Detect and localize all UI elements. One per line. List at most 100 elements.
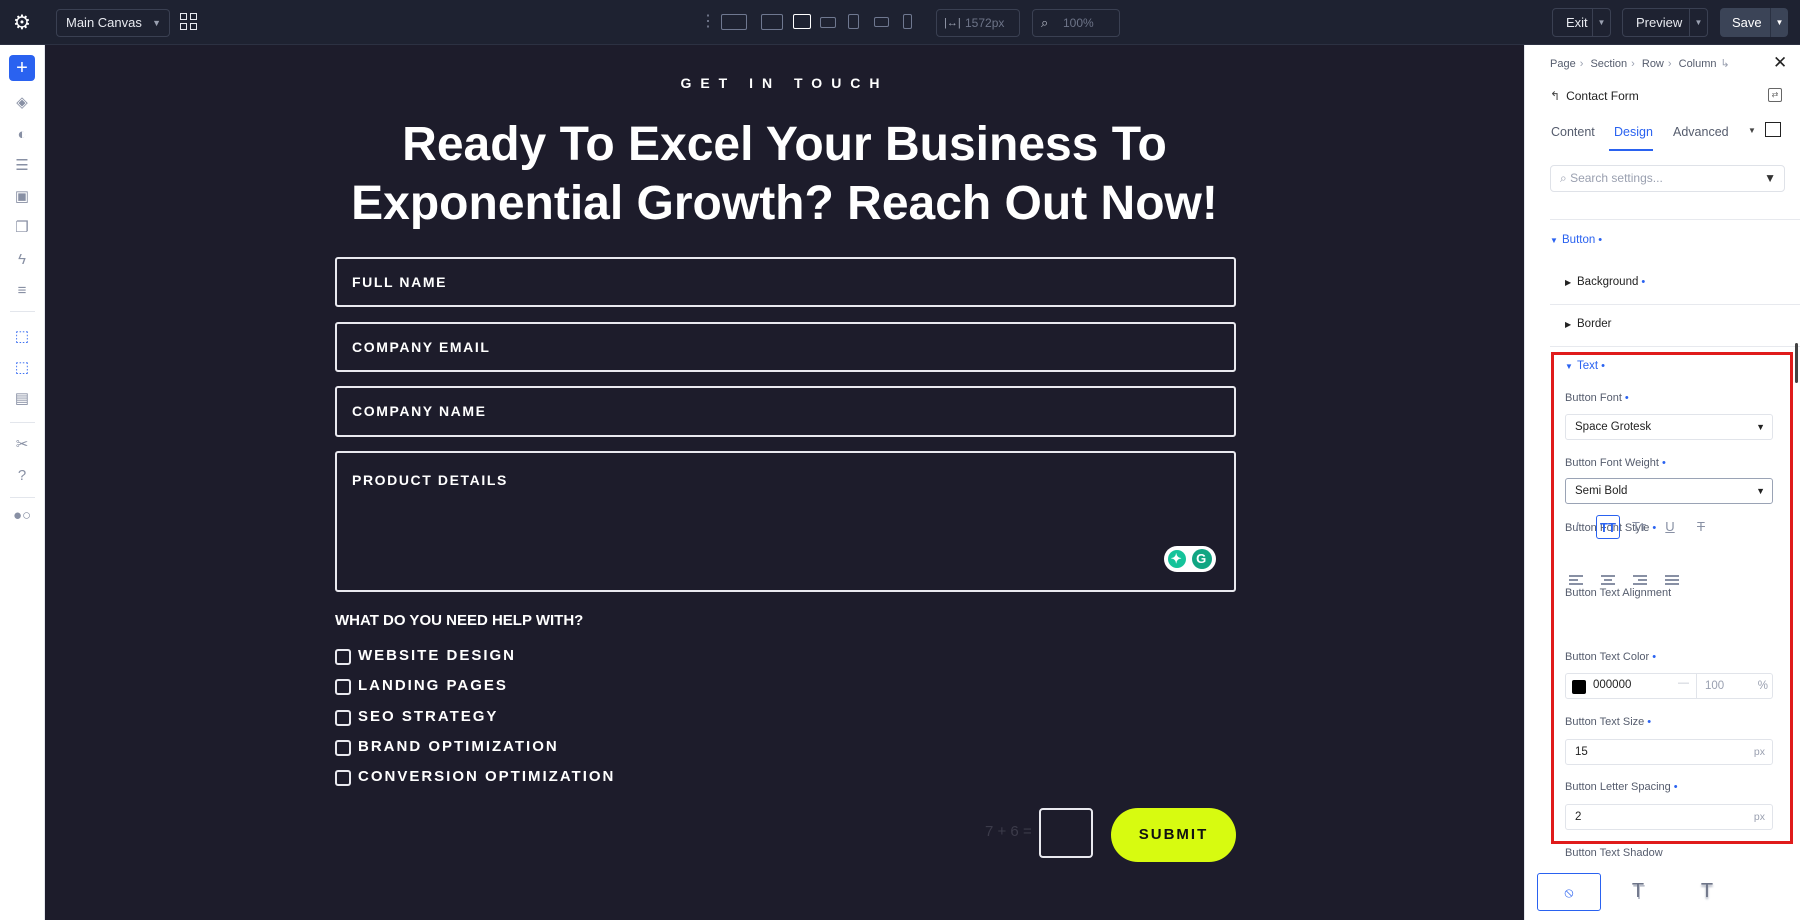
- underline-icon[interactable]: U: [1658, 515, 1682, 539]
- no-shadow-icon[interactable]: ⦸: [1537, 873, 1601, 911]
- canvas-width-field[interactable]: |↔| 1572px: [936, 9, 1020, 37]
- save-dropdown-icon[interactable]: ▼: [1770, 8, 1788, 37]
- theme-toggle-icon[interactable]: ●○: [12, 506, 32, 526]
- checkbox-conversion-optimization[interactable]: CONVERSION OPTIMIZATION: [335, 768, 615, 788]
- checkbox-box[interactable]: [335, 710, 351, 726]
- divider: [1550, 346, 1800, 347]
- filter-icon[interactable]: ▼: [1764, 166, 1776, 191]
- checkbox-box[interactable]: [335, 740, 351, 756]
- settings-tabs: Content Design Advanced: [1525, 118, 1800, 148]
- more-vertical-icon[interactable]: ⋮: [700, 12, 716, 32]
- button-text-color-field[interactable]: 000000 — 100 %: [1565, 673, 1773, 699]
- company-email-field[interactable]: COMPANY EMAIL: [335, 322, 1236, 372]
- headline-line-2: Exponential Growth? Reach Out Now!: [351, 177, 1218, 230]
- button-text-size-input[interactable]: 15 px: [1565, 739, 1773, 765]
- forms-icon[interactable]: ▣: [12, 187, 32, 207]
- breadcrumb-page[interactable]: Page: [1550, 58, 1576, 70]
- button-letter-spacing-input[interactable]: 2 px: [1565, 804, 1773, 830]
- phone-landscape-icon[interactable]: [874, 17, 889, 27]
- sections-icon[interactable]: ≡: [12, 281, 32, 301]
- spacing-unit[interactable]: px: [1754, 805, 1765, 829]
- checkbox-website-design[interactable]: WEBSITE DESIGN: [335, 647, 516, 667]
- text-shadow-preset-1-icon[interactable]: T: [1606, 873, 1670, 911]
- checkbox-box[interactable]: [335, 770, 351, 786]
- canvas-select[interactable]: Main Canvas ▼: [56, 9, 170, 37]
- captcha-input[interactable]: [1039, 808, 1093, 858]
- desktop-icon[interactable]: [761, 14, 783, 30]
- align-justify-icon[interactable]: [1665, 575, 1681, 589]
- button-font-select[interactable]: Space Grotesk ▼: [1565, 414, 1773, 440]
- color-swatch[interactable]: [1572, 680, 1586, 694]
- back-arrow-icon[interactable]: ↰: [1550, 89, 1560, 103]
- tab-design[interactable]: Design: [1614, 125, 1653, 139]
- product-details-textarea[interactable]: PRODUCT DETAILS ✦ G: [335, 451, 1236, 592]
- checkbox-seo-strategy[interactable]: SEO STRATEGY: [335, 708, 498, 728]
- color-opacity-field[interactable]: 100 %: [1696, 674, 1774, 698]
- breadcrumb-row[interactable]: Row: [1642, 58, 1664, 70]
- chevron-down-icon[interactable]: ▼: [1748, 126, 1756, 135]
- submit-button[interactable]: SUBMIT: [1111, 808, 1236, 862]
- lightning-icon[interactable]: ϟ: [12, 250, 32, 270]
- zoom-field[interactable]: ⌕ 100%: [1032, 9, 1120, 37]
- breadcrumb-column[interactable]: Column: [1679, 58, 1717, 70]
- laptop-icon[interactable]: [793, 14, 811, 29]
- company-name-field[interactable]: COMPANY NAME: [335, 386, 1236, 437]
- checkbox-brand-optimization[interactable]: BRAND OPTIMIZATION: [335, 738, 559, 758]
- group-button-toggle[interactable]: ▼ Button •: [1550, 234, 1602, 246]
- design-library-icon[interactable]: ◐: [12, 125, 32, 145]
- select-element-icon[interactable]: ⬚: [12, 327, 32, 347]
- panel-scrollbar[interactable]: [1795, 343, 1798, 383]
- text-shadow-preset-2-icon[interactable]: T: [1675, 873, 1739, 911]
- subgroup-background-toggle[interactable]: ▶ Background •: [1565, 276, 1645, 288]
- align-left-icon[interactable]: [1569, 575, 1585, 589]
- search-placeholder: Search settings...: [1570, 171, 1663, 185]
- checkbox-landing-pages[interactable]: LANDING PAGES: [335, 677, 508, 697]
- section-eyebrow: GET IN TOUCH: [680, 75, 889, 91]
- button-font-weight-select[interactable]: Semi Bold ▼: [1565, 478, 1773, 504]
- product-details-placeholder: PRODUCT DETAILS: [352, 472, 508, 488]
- layers-icon[interactable]: ◈: [12, 93, 32, 113]
- tab-content[interactable]: Content: [1551, 125, 1595, 139]
- capitalize-icon[interactable]: Tт: [1627, 515, 1651, 539]
- tools-icon[interactable]: ✂: [12, 435, 32, 455]
- subgroup-border-toggle[interactable]: ▶ Border: [1565, 318, 1612, 330]
- exit-button[interactable]: Exit ▼: [1552, 8, 1611, 37]
- database-icon[interactable]: ☰: [12, 156, 32, 176]
- help-icon[interactable]: ?: [12, 466, 32, 486]
- tablet-landscape-icon[interactable]: [820, 17, 836, 28]
- checkbox-box[interactable]: [335, 649, 351, 665]
- close-icon[interactable]: ✕: [1773, 53, 1787, 73]
- preview-button[interactable]: Preview ▼: [1622, 8, 1708, 37]
- uppercase-icon[interactable]: TT: [1596, 515, 1620, 539]
- pages-icon[interactable]: ❐: [12, 218, 32, 238]
- canvas-select-label: Main Canvas: [66, 15, 142, 30]
- italic-icon[interactable]: I: [1565, 515, 1589, 539]
- breadcrumb-section[interactable]: Section: [1590, 58, 1627, 70]
- color-hex-value[interactable]: 000000: [1593, 679, 1631, 691]
- builder-canvas: GET IN TOUCH Ready To Excel Your Busines…: [45, 45, 1524, 920]
- grammarly-widget[interactable]: ✦ G: [1164, 546, 1216, 572]
- multi-select-icon[interactable]: ⬚: [12, 358, 32, 378]
- phone-portrait-icon[interactable]: [903, 14, 912, 29]
- size-unit[interactable]: px: [1754, 740, 1765, 764]
- tablet-portrait-icon[interactable]: [848, 14, 859, 29]
- gear-icon[interactable]: ⚙: [10, 11, 34, 35]
- exit-dropdown-icon[interactable]: ▼: [1592, 9, 1610, 36]
- element-options-icon[interactable]: ⇄: [1768, 88, 1782, 102]
- strikethrough-icon[interactable]: T: [1689, 515, 1713, 539]
- align-center-icon[interactable]: [1601, 575, 1617, 589]
- preview-dropdown-icon[interactable]: ▼: [1689, 9, 1707, 36]
- breadcrumb: Page › Section › Row › Column ↳: [1550, 57, 1734, 70]
- full-name-field[interactable]: FULL NAME: [335, 257, 1236, 307]
- save-button[interactable]: Save ▼: [1720, 8, 1788, 37]
- layout-grid-icon[interactable]: [180, 13, 198, 31]
- checkbox-box[interactable]: [335, 679, 351, 695]
- desktop-xl-icon[interactable]: [721, 14, 747, 30]
- align-right-icon[interactable]: [1633, 575, 1649, 589]
- template-settings-icon[interactable]: ▤: [12, 389, 32, 409]
- preset-box-icon[interactable]: [1765, 122, 1781, 137]
- subgroup-text-toggle[interactable]: ▼ Text •: [1565, 360, 1605, 372]
- search-settings-input[interactable]: ⌕ Search settings... ▼: [1550, 165, 1785, 192]
- tab-advanced[interactable]: Advanced: [1673, 125, 1729, 139]
- plus-icon[interactable]: +: [9, 55, 35, 81]
